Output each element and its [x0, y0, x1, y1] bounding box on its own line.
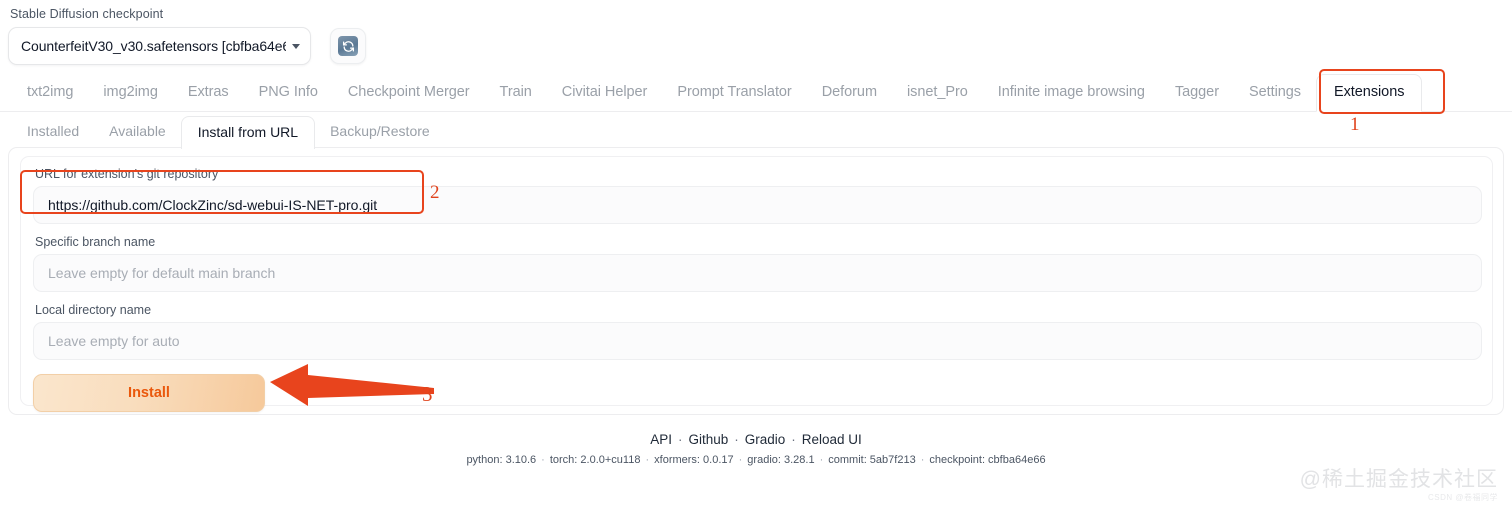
checkpoint-dropdown[interactable]: CounterfeitV30_v30.safetensors [cbfba64e…	[8, 27, 311, 65]
local-dir-input[interactable]: Leave empty for auto	[33, 322, 1482, 360]
branch-field-label: Specific branch name	[35, 235, 156, 249]
sub-tab-bar: Installed Available Install from URL Bac…	[12, 116, 445, 149]
footer: API · Github · Gradio · Reload UI python: 3.10…	[0, 432, 1512, 466]
version-separator: ·	[920, 454, 925, 466]
annotation-number-3: 3	[422, 382, 433, 406]
tab-img2img[interactable]: img2img	[88, 84, 172, 111]
local-dir-input-placeholder: Leave empty for auto	[48, 333, 180, 349]
url-field-label: URL for extension's git repository	[35, 167, 219, 181]
annotation-number-2: 2	[430, 182, 440, 203]
footer-link-api[interactable]: API	[650, 432, 672, 447]
subtab-backup-restore[interactable]: Backup/Restore	[315, 123, 445, 148]
watermark-sub-text: CSDN @卷福同学	[1427, 493, 1498, 503]
tab-infinite-image-browsing[interactable]: Infinite image browsing	[983, 84, 1160, 111]
install-form: URL for extension's git repository https…	[20, 156, 1493, 412]
tab-checkpoint-merger[interactable]: Checkpoint Merger	[333, 84, 485, 111]
subtab-install-from-url[interactable]: Install from URL	[180, 116, 316, 149]
watermark-main-text: @稀土掘金技术社区	[1299, 468, 1498, 491]
url-input-value: https://github.com/ClockZinc/sd-webui-IS…	[48, 197, 378, 213]
version-separator: ·	[819, 454, 824, 466]
checkpoint-dropdown-value: CounterfeitV30_v30.safetensors [cbfba64e…	[21, 38, 286, 54]
install-button[interactable]: Install	[33, 374, 265, 412]
tab-settings[interactable]: Settings	[1234, 84, 1316, 111]
footer-versions: python: 3.10.6 · torch: 2.0.0+cu118 · xforme…	[0, 454, 1512, 466]
version-separator: ·	[738, 454, 743, 466]
tab-extensions[interactable]: Extensions	[1315, 74, 1423, 112]
version-torch: torch: 2.0.0+cu118	[549, 454, 641, 466]
tab-extras[interactable]: Extras	[173, 84, 244, 111]
refresh-checkpoint-button[interactable]	[330, 28, 366, 64]
local-dir-field-label: Local directory name	[35, 303, 152, 317]
url-input[interactable]: https://github.com/ClockZinc/sd-webui-IS…	[33, 186, 1482, 224]
subtab-available[interactable]: Available	[94, 123, 181, 148]
main-tab-bar: txt2img img2img Extras PNG Info Checkpoi…	[0, 74, 1512, 112]
refresh-icon	[338, 36, 358, 56]
install-from-url-panel: URL for extension's git repository https…	[8, 147, 1504, 415]
branch-input[interactable]: Leave empty for default main branch	[33, 254, 1482, 292]
tab-prompt-translator[interactable]: Prompt Translator	[662, 84, 806, 111]
tab-train[interactable]: Train	[485, 84, 547, 111]
footer-link-github[interactable]: Github	[688, 432, 728, 447]
footer-separator: ·	[677, 432, 683, 447]
version-commit: commit: 5ab7f213	[828, 454, 916, 466]
footer-link-reload-ui[interactable]: Reload UI	[802, 432, 862, 447]
tab-deforum[interactable]: Deforum	[807, 84, 892, 111]
footer-separator: ·	[791, 432, 796, 447]
footer-separator: ·	[734, 432, 739, 447]
tab-isnet-pro[interactable]: isnet_Pro	[892, 84, 983, 111]
version-gradio: gradio: 3.28.1	[747, 454, 815, 466]
subtab-installed[interactable]: Installed	[12, 123, 94, 148]
version-checkpoint: checkpoint: cbfba64e66	[929, 454, 1046, 466]
footer-links: API · Github · Gradio · Reload UI	[0, 432, 1512, 447]
tab-civitai-helper[interactable]: Civitai Helper	[547, 84, 663, 111]
chevron-down-icon	[292, 43, 300, 49]
tab-png-info[interactable]: PNG Info	[244, 84, 333, 111]
checkpoint-block: Stable Diffusion checkpoint CounterfeitV…	[8, 7, 368, 65]
version-separator: ·	[645, 454, 650, 466]
watermark: @稀土掘金技术社区 CSDN @卷福同学	[1300, 468, 1498, 503]
checkpoint-label: Stable Diffusion checkpoint	[10, 7, 164, 21]
version-xformers: xformers: 0.0.17	[654, 454, 734, 466]
version-separator: ·	[541, 454, 545, 466]
annotation-number-1: 1	[1350, 114, 1360, 135]
branch-input-placeholder: Leave empty for default main branch	[48, 265, 276, 281]
tab-txt2img[interactable]: txt2img	[12, 84, 88, 111]
checkpoint-row: CounterfeitV30_v30.safetensors [cbfba64e…	[8, 27, 368, 65]
tab-tagger[interactable]: Tagger	[1160, 84, 1234, 111]
version-python: python: 3.10.6	[466, 454, 537, 466]
footer-link-gradio[interactable]: Gradio	[745, 432, 786, 447]
